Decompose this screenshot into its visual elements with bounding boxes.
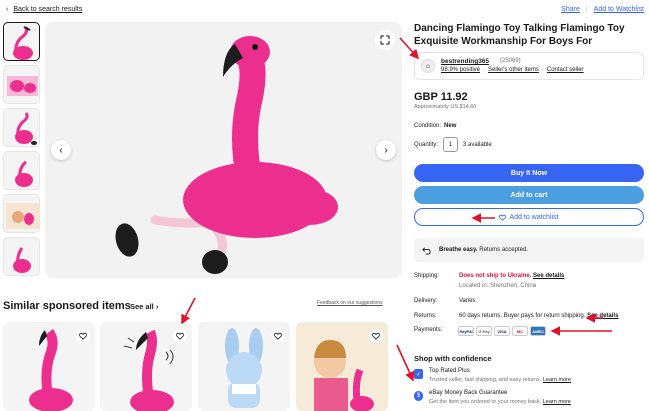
arrow-to-seller [399,37,420,60]
arrow-to-top-rated [396,344,415,382]
arrow-to-similar-item [181,297,196,325]
annotation-arrows [181,37,612,382]
